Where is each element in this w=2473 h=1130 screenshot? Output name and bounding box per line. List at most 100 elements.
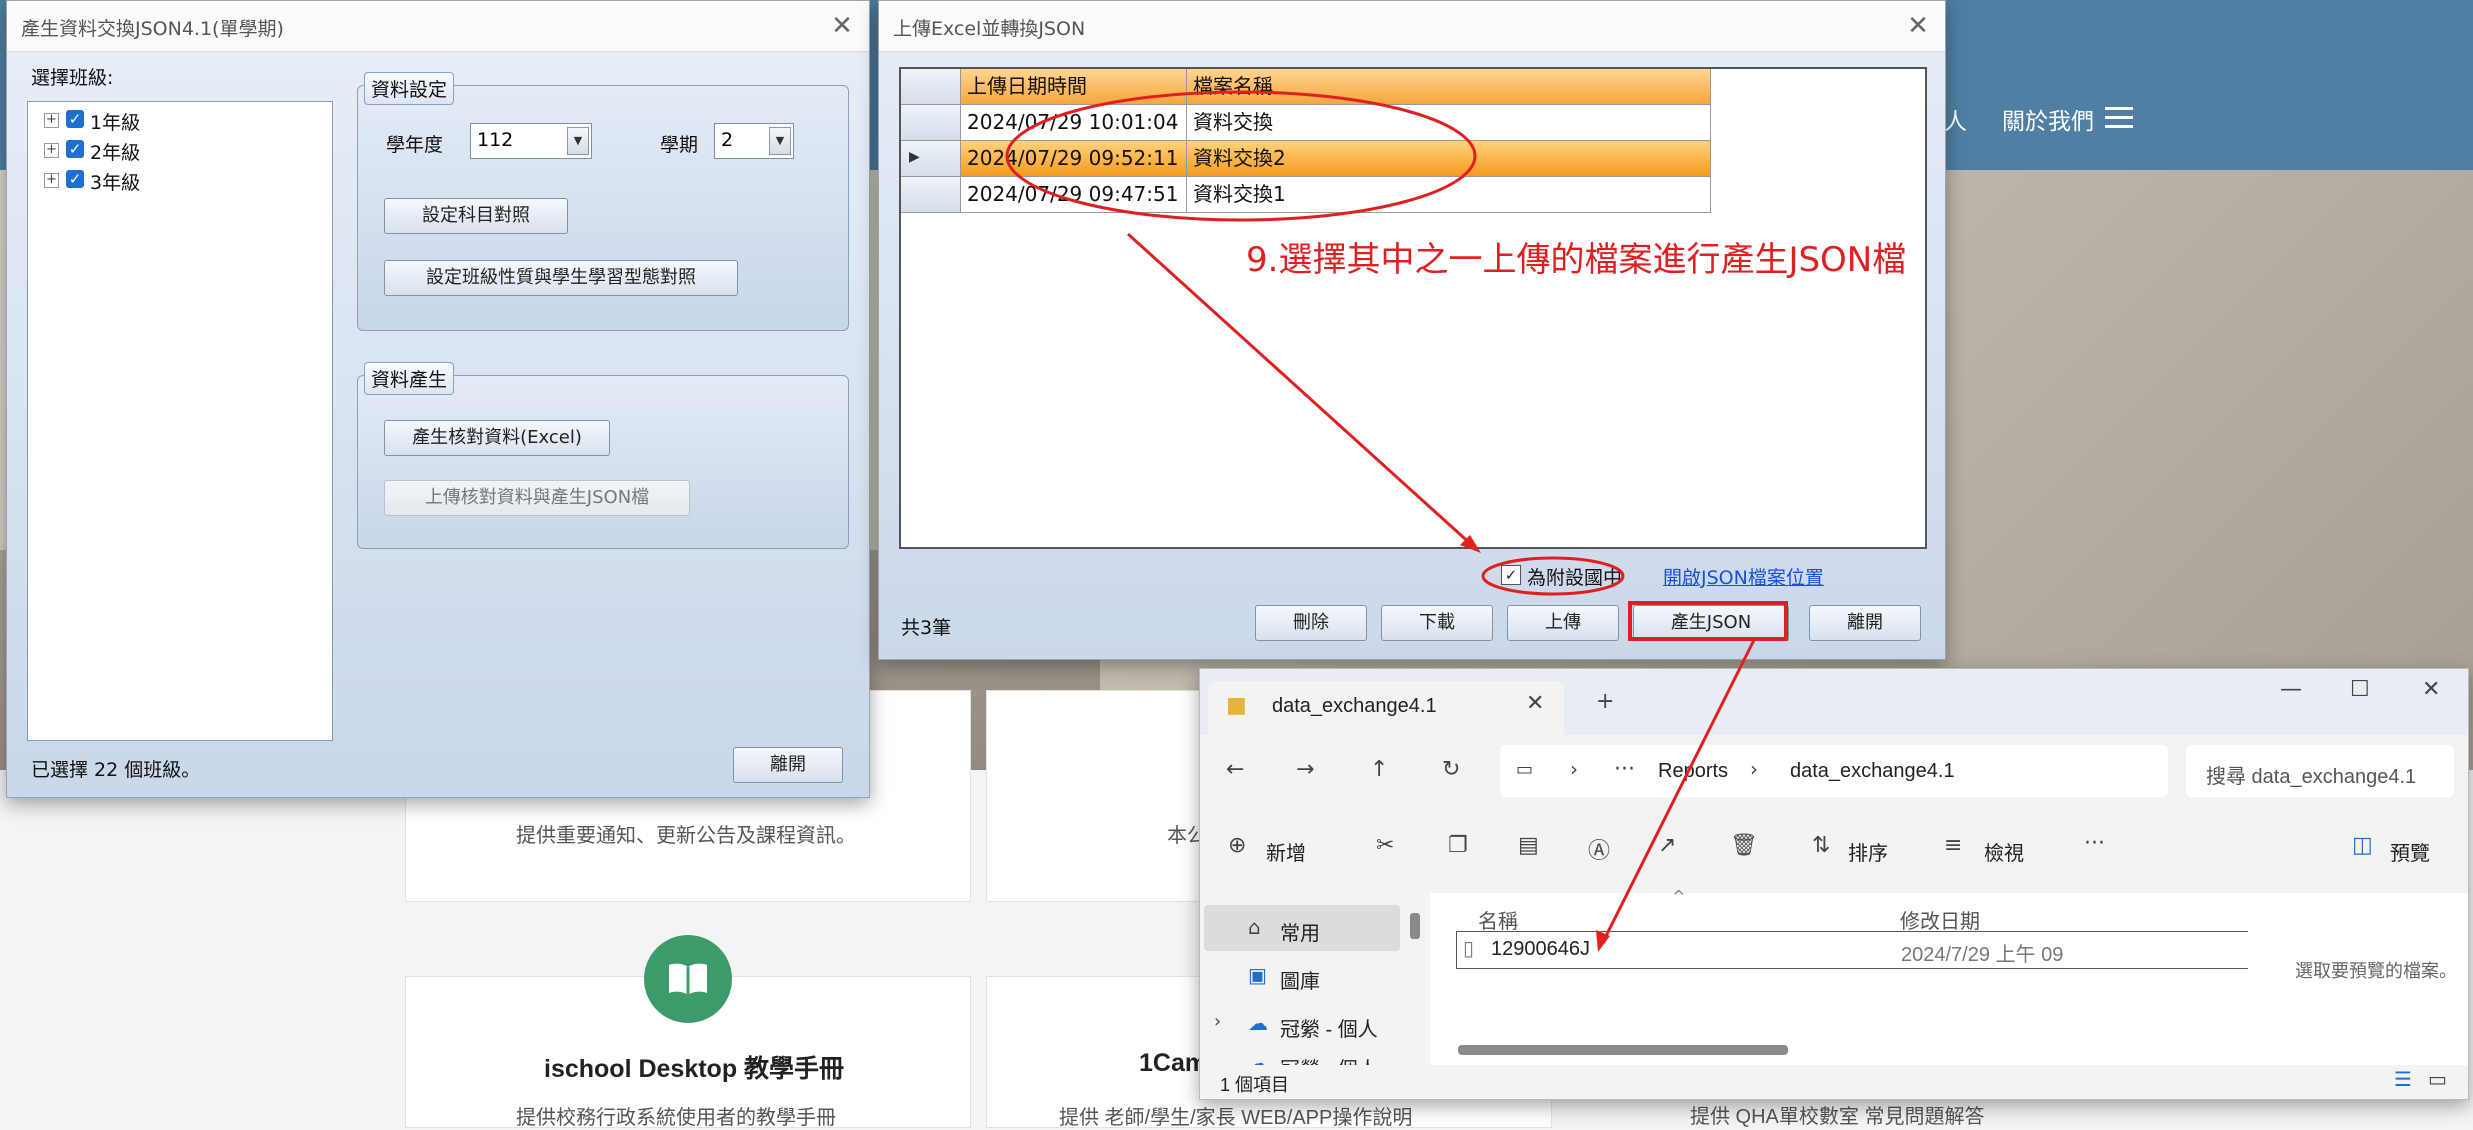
- sort-button[interactable]: 排序: [1848, 837, 1888, 866]
- tiles-view-icon[interactable]: ▭: [2428, 1067, 2447, 1091]
- add-circle-icon[interactable]: ⊕: [1228, 833, 1246, 858]
- class-tree[interactable]: + ✓ 1年級 + ✓ 2年級 + ✓ 3年級: [27, 101, 333, 741]
- tree-item-label: 2年級: [90, 142, 141, 164]
- checkbox-checked-icon[interactable]: ✓: [66, 140, 84, 158]
- grid-corner[interactable]: [901, 69, 961, 105]
- sort-icon[interactable]: ⇅: [1812, 833, 1830, 858]
- junior-high-checkbox[interactable]: ✓: [1501, 565, 1521, 585]
- close-button[interactable]: 離開: [733, 747, 843, 783]
- breadcrumb-reports[interactable]: Reports: [1658, 760, 1728, 783]
- nav-item-personal[interactable]: 人: [1944, 102, 1967, 136]
- explorer-address-bar: ← → ↑ ↻ ▭ › ··· Reports › data_exchange4…: [1200, 735, 2468, 807]
- row-header-selected[interactable]: ▶: [901, 141, 961, 177]
- upload-grid[interactable]: 上傳日期時間 檔案名稱 2024/07/29 10:01:04 資料交換 ▶ 2…: [899, 67, 1927, 549]
- year-dropdown[interactable]: 112 ▼: [470, 123, 592, 159]
- junior-high-label: 為附設國中: [1527, 567, 1623, 589]
- upload-button[interactable]: 上傳: [1507, 605, 1619, 641]
- back-arrow-icon[interactable]: ←: [1226, 757, 1244, 782]
- settings-group: 資料設定 學年度 112 ▼ 學期 2 ▼ 設定科目對照 設定班級性質與學生學習…: [357, 72, 849, 331]
- cell-filename[interactable]: 資料交換: [1187, 105, 1711, 141]
- cell-datetime-selected[interactable]: 2024/07/29 09:52:11: [961, 141, 1187, 177]
- details-view-icon[interactable]: ☰: [2394, 1067, 2412, 1091]
- website-card-manual[interactable]: ischool Desktop 教學手冊 提供校務行政系統使用者的教學手冊: [405, 935, 971, 1129]
- expand-icon[interactable]: +: [44, 113, 59, 128]
- generate-json-button[interactable]: 產生JSON: [1633, 605, 1789, 641]
- window-titlebar[interactable]: 上傳Excel並轉換JSON ✕: [879, 1, 1945, 52]
- new-button[interactable]: 新增: [1266, 837, 1306, 866]
- cell-datetime[interactable]: 2024/07/29 10:01:04: [961, 105, 1187, 141]
- expand-icon[interactable]: +: [44, 173, 59, 188]
- expand-icon[interactable]: +: [44, 143, 59, 158]
- cell-filename[interactable]: 資料交換1: [1187, 177, 1711, 213]
- refresh-icon[interactable]: ↻: [1442, 757, 1460, 782]
- nav-item-onedrive[interactable]: 冠縈 - 個人: [1280, 1013, 1378, 1042]
- up-arrow-icon[interactable]: ↑: [1370, 757, 1388, 782]
- view-icon[interactable]: ≡: [1944, 833, 1962, 858]
- upload-excel-window[interactable]: 上傳Excel並轉換JSON ✕ 上傳日期時間 檔案名稱 2024/07/29 …: [878, 0, 1946, 660]
- json-export-window[interactable]: 產生資料交換JSON4.1(單學期) ✕ 選擇班級: + ✓ 1年級 + ✓ 2…: [6, 0, 870, 798]
- subject-mapping-button[interactable]: 設定科目對照: [384, 198, 568, 234]
- file-row[interactable]: ▯ 12900646J 2024/7/29 上午 09: [1456, 931, 2250, 969]
- close-button[interactable]: 離開: [1809, 605, 1921, 641]
- row-header[interactable]: [901, 177, 961, 213]
- download-button[interactable]: 下載: [1381, 605, 1493, 641]
- chevron-right-icon[interactable]: ›: [1214, 1011, 1221, 1032]
- cell-filename-selected[interactable]: 資料交換2: [1187, 141, 1711, 177]
- search-input[interactable]: 搜尋 data_exchange4.1: [2186, 745, 2454, 797]
- file-explorer-window[interactable]: ■ data_exchange4.1 ✕ + — ☐ ✕ ← → ↑ ↻ ▭ ›…: [1199, 668, 2469, 1100]
- explorer-tab[interactable]: ■ data_exchange4.1 ✕: [1208, 681, 1564, 735]
- class-mapping-button[interactable]: 設定班級性質與學生學習型態對照: [384, 260, 738, 296]
- horizontal-scrollbar[interactable]: [1458, 1045, 1788, 1055]
- column-header-filename[interactable]: 檔案名稱: [1187, 69, 1711, 105]
- nav-pane[interactable]: ⌂ 常用 ▣ 圖庫 › ☁ 冠縈 - 個人 ☁ 冠縈 - 個人: [1200, 893, 1430, 1081]
- delete-icon[interactable]: 🗑: [1730, 833, 1758, 858]
- view-button[interactable]: 檢視: [1984, 837, 2024, 866]
- window-titlebar[interactable]: 產生資料交換JSON4.1(單學期) ✕: [7, 1, 869, 52]
- delete-button[interactable]: 刪除: [1255, 605, 1367, 641]
- checkbox-checked-icon[interactable]: ✓: [66, 110, 84, 128]
- minimize-icon[interactable]: —: [2280, 677, 2302, 702]
- preview-button[interactable]: 預覽: [2390, 837, 2430, 866]
- open-json-location-link[interactable]: 開啟JSON檔案位置: [1663, 563, 1824, 590]
- preview-pane-icon[interactable]: ◫: [2352, 833, 2373, 858]
- chevron-down-icon[interactable]: ▼: [567, 127, 589, 155]
- chevron-down-icon[interactable]: ▼: [769, 127, 791, 155]
- upload-json-button[interactable]: 上傳核對資料與產生JSON檔: [384, 480, 690, 516]
- new-tab-icon[interactable]: +: [1596, 689, 1614, 714]
- checkbox-checked-icon[interactable]: ✓: [66, 170, 84, 188]
- selected-class-status: 已選擇 22 個班級。: [31, 759, 201, 781]
- hamburger-menu-icon[interactable]: [2105, 107, 2133, 134]
- forward-arrow-icon[interactable]: →: [1296, 757, 1314, 782]
- nav-item-about[interactable]: 關於我們: [2002, 102, 2094, 136]
- column-header-modified[interactable]: 修改日期: [1900, 905, 1980, 934]
- more-options-icon[interactable]: ···: [2084, 831, 2105, 856]
- card-text: 提供 QHA單校數室 常見問題解答: [1690, 1106, 1985, 1128]
- cell-datetime[interactable]: 2024/07/29 09:47:51: [961, 177, 1187, 213]
- file-name: 12900646J: [1491, 938, 1590, 960]
- paste-icon[interactable]: ▤: [1518, 833, 1539, 858]
- close-icon[interactable]: ✕: [1903, 11, 1933, 41]
- maximize-icon[interactable]: ☐: [2350, 677, 2370, 702]
- nav-scrollbar[interactable]: [1410, 913, 1420, 939]
- close-icon[interactable]: ✕: [827, 11, 857, 41]
- share-icon[interactable]: ↗: [1658, 833, 1676, 858]
- close-window-icon[interactable]: ✕: [2422, 677, 2440, 702]
- address-field[interactable]: ▭ › ··· Reports › data_exchange4.1: [1500, 745, 2168, 797]
- close-tab-icon[interactable]: ✕: [1526, 691, 1544, 716]
- semester-dropdown[interactable]: 2 ▼: [714, 123, 794, 159]
- breadcrumb-folder[interactable]: data_exchange4.1: [1790, 760, 1955, 783]
- nav-item-gallery[interactable]: 圖庫: [1280, 965, 1320, 994]
- nav-label-home: 常用: [1280, 923, 1320, 945]
- item-count: 1 個項目: [1220, 1075, 1290, 1095]
- cut-icon[interactable]: ✂: [1376, 833, 1394, 858]
- tutorial-annotation: 9.選擇其中之一上傳的檔案進行產生JSON檔: [1246, 240, 1907, 280]
- row-header[interactable]: [901, 105, 961, 141]
- column-header-datetime[interactable]: 上傳日期時間: [961, 69, 1187, 105]
- copy-icon[interactable]: ❐: [1448, 833, 1468, 858]
- explorer-tabbar: ■ data_exchange4.1 ✕ + — ☐ ✕: [1200, 669, 2468, 735]
- rename-icon[interactable]: Ⓐ: [1588, 833, 1610, 865]
- book-icon: [644, 935, 732, 1023]
- more-path-icon[interactable]: ···: [1614, 757, 1635, 782]
- generate-excel-button[interactable]: 產生核對資料(Excel): [384, 420, 610, 456]
- column-header-name[interactable]: 名稱: [1478, 905, 1518, 934]
